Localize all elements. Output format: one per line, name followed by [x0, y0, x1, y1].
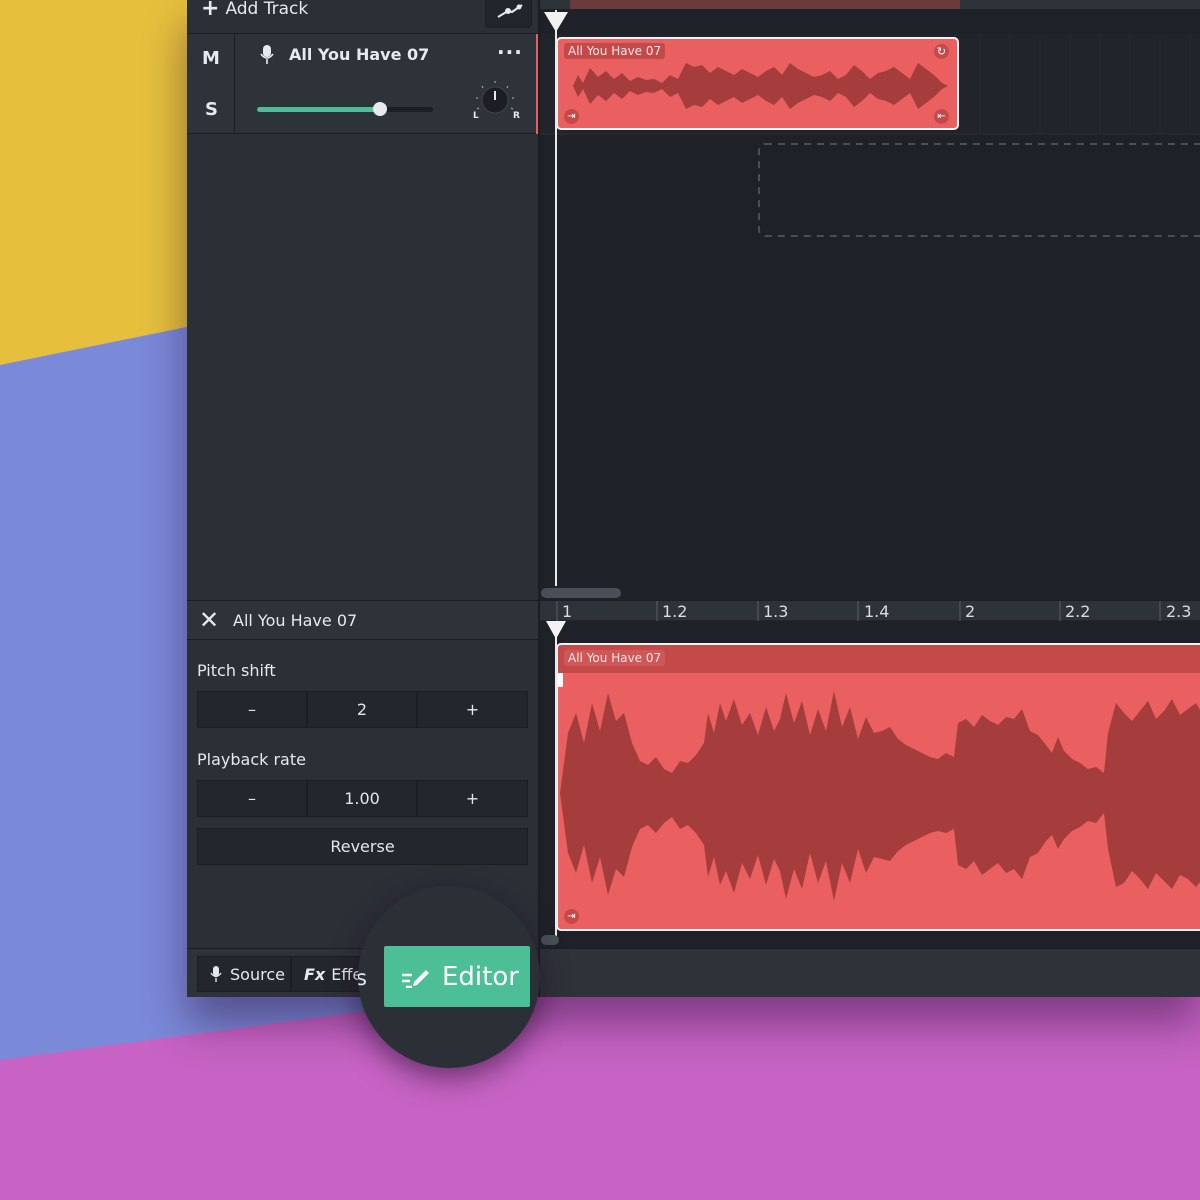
ruler-tick-label: 2.2 [1065, 602, 1091, 621]
playhead-line [555, 10, 557, 600]
microphone-icon [260, 45, 274, 64]
volume-thumb[interactable] [373, 102, 388, 116]
left-panel: + Add Track M S All You Have 07 ··· L R … [187, 0, 539, 997]
reverse-button[interactable]: Reverse [197, 828, 528, 865]
ruler-tick-label: 2.3 [1166, 602, 1192, 621]
editor-clip-start-icon[interactable]: ⇥ [564, 909, 579, 924]
ruler-tick-label: 1.3 [763, 602, 789, 621]
pitch-decrease-button[interactable]: – [197, 691, 307, 728]
editor-scrollbar[interactable] [541, 935, 559, 945]
effects-tab-overflow: s [358, 966, 367, 990]
plus-icon: + [201, 0, 220, 21]
ruler-tick-label: 1.4 [864, 602, 890, 621]
source-tab[interactable]: Source [197, 956, 291, 992]
pitch-increase-button[interactable]: + [417, 691, 528, 728]
fx-icon: Fx [304, 964, 326, 984]
mute-button[interactable]: M [202, 48, 220, 69]
automation-button[interactable] [485, 0, 532, 28]
more-dots-icon[interactable]: ··· [497, 40, 523, 64]
ruler-tick-label: 1.2 [662, 602, 688, 621]
track-row: M S All You Have 07 ··· L R [187, 34, 538, 134]
close-icon[interactable]: ✕ [199, 606, 219, 634]
add-track-button[interactable]: + Add Track [201, 0, 308, 21]
editor-ruler[interactable]: 1 1.2 1.3 1.4 2 2.2 2.3 [540, 600, 1200, 621]
arrange-scrollbar[interactable] [541, 588, 621, 598]
clip-waveform [573, 63, 948, 109]
daw-window: + Add Track M S All You Have 07 ··· L R … [187, 0, 1200, 997]
edit-pencil-icon [402, 969, 429, 988]
volume-slider[interactable] [257, 102, 433, 116]
automation-icon [497, 4, 523, 18]
loop-region[interactable] [570, 0, 960, 9]
microphone-icon [210, 966, 222, 982]
pitch-value[interactable]: 2 [307, 691, 417, 728]
pan-right-label: R [513, 111, 520, 121]
playhead-marker[interactable] [543, 10, 569, 34]
editor-playhead-line [555, 621, 557, 941]
magnifier-callout: s Editor [358, 886, 540, 1068]
volume-fill [257, 107, 381, 112]
ruler-tick-label: 1 [562, 602, 573, 621]
track-name: All You Have 07 [289, 45, 430, 64]
editor-panel-title: All You Have 07 [233, 611, 358, 630]
editor-playhead-marker[interactable] [545, 620, 567, 640]
pan-left-label: L [473, 111, 479, 121]
pitch-shift-label: Pitch shift [197, 661, 276, 680]
solo-button[interactable]: S [205, 99, 218, 120]
editor-audio-clip[interactable]: All You Have 07 ⇥ [556, 643, 1200, 931]
rate-decrease-button[interactable]: – [197, 780, 307, 817]
editor-footer [540, 948, 1200, 997]
rate-value[interactable]: 1.00 [307, 780, 417, 817]
clip-start-handle-icon[interactable]: ⇥ [564, 109, 579, 124]
clip-end-handle-icon[interactable]: ⇤ [934, 109, 949, 124]
arrange-scroll-track [540, 586, 1200, 600]
audio-clip[interactable]: All You Have 07 ↻ ⇥ ⇤ [556, 37, 959, 130]
pitch-shift-stepper: – 2 + [197, 691, 528, 728]
drop-zone[interactable] [571, 136, 1200, 236]
playback-rate-stepper: – 1.00 + [197, 780, 528, 817]
playback-rate-label: Playback rate [197, 750, 306, 769]
editor-waveform [560, 691, 1200, 901]
rate-increase-button[interactable]: + [417, 780, 528, 817]
editor-clip-label: All You Have 07 [564, 650, 666, 666]
loop-icon[interactable]: ↻ [934, 44, 949, 59]
editor-tab[interactable]: Editor [384, 946, 530, 1007]
ruler-tick-label: 2 [965, 602, 976, 621]
